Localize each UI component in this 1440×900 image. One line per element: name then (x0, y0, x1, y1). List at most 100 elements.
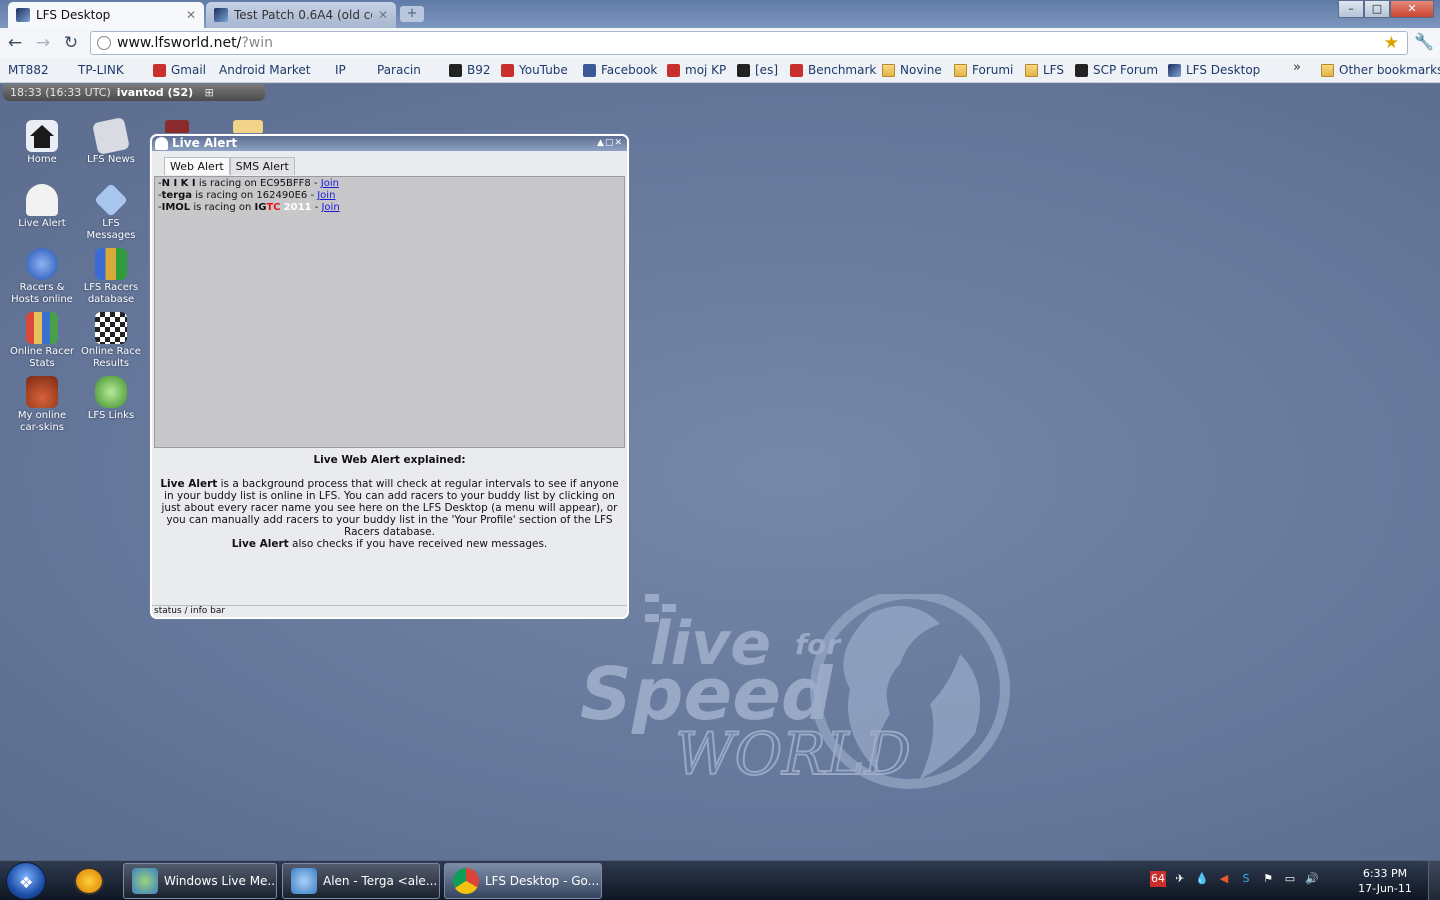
tab-test-patch[interactable]: Test Patch 0.6A4 (old con... ✕ (206, 2, 396, 28)
bookmark-ip[interactable]: IP (335, 63, 348, 160)
bookmark-label: Novine (900, 63, 942, 77)
tab-title: LFS Desktop (36, 8, 111, 22)
desktop-racers-hosts[interactable]: Racers & Hosts online (9, 248, 75, 306)
lfs-favicon-icon (16, 8, 30, 22)
tray-volume-icon[interactable]: 🔊 (1304, 871, 1320, 887)
desktop-live-alert[interactable]: Live Alert (9, 184, 75, 230)
desktop-lfs-news[interactable]: LFS News (78, 117, 144, 166)
windows-taskbar: ❖ Windows Live Me... Alen - Terga <ale..… (0, 860, 1440, 900)
racers-icon (95, 248, 127, 280)
taskbar-clock[interactable]: 6:33 PM 17-Jun-11 (1346, 866, 1424, 896)
icon-label: Live Alert (18, 218, 66, 229)
messenger-icon (132, 868, 158, 894)
hidden-clock-icon[interactable] (233, 120, 263, 134)
tab-close-icon[interactable]: ✕ (186, 8, 196, 22)
quick-launch-icon[interactable] (74, 867, 104, 895)
folder-icon (954, 63, 967, 77)
page-info-icon[interactable] (97, 36, 111, 50)
alert-tabs: Web Alert SMS Alert (164, 157, 295, 175)
desktop-lfs-links[interactable]: LFS Links (78, 376, 144, 422)
task-chrome-lfs-desktop[interactable]: LFS Desktop - Go... (444, 863, 602, 899)
minimize-button[interactable]: – (1338, 0, 1364, 18)
news-icon (92, 117, 130, 155)
tray-speaker-red-icon[interactable]: ◀ (1216, 871, 1232, 887)
icon-label: My online car-skins (17, 410, 67, 433)
start-button[interactable]: ❖ (6, 862, 46, 900)
url-path: ?win (241, 35, 273, 51)
maximize-button[interactable]: □ (1364, 0, 1390, 18)
bookmark-mt882[interactable]: MT882 (8, 63, 49, 160)
bookmark-label: TP-LINK (78, 63, 124, 77)
desktop-racers-database[interactable]: LFS Racers database (78, 248, 144, 306)
bookmark-b92[interactable]: B92 (449, 63, 491, 77)
bookmark-label: MT882 (8, 63, 49, 77)
bookmark-gmail[interactable]: Gmail (153, 63, 206, 77)
forward-icon[interactable]: → (32, 32, 54, 54)
bookmark-benchmark[interactable]: Benchmark (790, 63, 876, 77)
back-icon[interactable]: ← (4, 32, 26, 54)
tab-web-alert[interactable]: Web Alert (164, 157, 230, 175)
desktop-lfs-messages[interactable]: LFS Messages (78, 183, 144, 242)
tray-network-icon[interactable]: ▭ (1282, 871, 1298, 887)
racer-name[interactable]: N I K I (162, 178, 196, 189)
racer-name[interactable]: terga (162, 190, 192, 201)
bookmark-scp-forum[interactable]: SCP Forum (1075, 63, 1158, 77)
join-link[interactable]: Join (321, 178, 339, 189)
show-desktop-button[interactable] (1428, 861, 1440, 900)
hidden-tools-icon[interactable] (165, 120, 189, 134)
bookmark-label: B92 (467, 63, 491, 77)
username[interactable]: ivantod (S2) (117, 86, 193, 99)
live-alert-titlebar[interactable]: Live Alert ▲□✕ (152, 136, 627, 151)
new-tab-button[interactable]: + (400, 6, 424, 22)
address-bar[interactable]: www.lfsworld.net/ ?win ★ (90, 31, 1408, 55)
desktop-race-results[interactable]: Online Race Results (78, 312, 144, 370)
close-button[interactable]: ✕ (1390, 0, 1434, 18)
tray-plane-icon[interactable]: ✈ (1172, 871, 1188, 887)
wrench-menu-icon[interactable]: 🔧 (1414, 32, 1434, 51)
bookmark-novine[interactable]: Novine (882, 63, 942, 77)
bookmark-lfs[interactable]: LFS (1025, 63, 1064, 77)
join-link[interactable]: Join (321, 202, 339, 213)
tab-lfs-desktop[interactable]: LFS Desktop ✕ (8, 2, 204, 28)
bookmark-es[interactable]: [es] (737, 63, 778, 77)
car-icon (26, 376, 58, 408)
bell-icon (155, 137, 168, 150)
bookmark-other[interactable]: Other bookmarks (1321, 63, 1440, 77)
bookmark-forumi[interactable]: Forumi (954, 63, 1013, 77)
bookmark-tp-link[interactable]: TP-LINK (78, 63, 124, 160)
bookmarks-overflow-icon[interactable]: » (1293, 60, 1301, 75)
racing-text: is racing on (198, 178, 257, 189)
join-link[interactable]: Join (317, 190, 335, 201)
desktop-racer-stats[interactable]: Online Racer Stats (9, 312, 75, 370)
icon-label: LFS Racers database (83, 282, 139, 305)
task-windows-live-messenger[interactable]: Windows Live Me... (123, 863, 277, 899)
bookmark-lfs-desktop[interactable]: LFS Desktop (1168, 63, 1260, 77)
task-label: Alen - Terga <ale... (323, 874, 438, 888)
tray-flag-icon[interactable]: ⚑ (1260, 871, 1276, 887)
desktop-home[interactable]: Home (9, 120, 75, 166)
reload-icon[interactable]: ↻ (60, 32, 82, 54)
tray-skype-icon[interactable]: S (1238, 871, 1254, 887)
lfs-world-logo: live for Speed WORLD (580, 594, 1010, 789)
bookmark-facebook[interactable]: Facebook (583, 63, 657, 77)
tab-close-icon[interactable]: ✕ (378, 8, 388, 22)
scp-icon (1075, 63, 1088, 77)
benchmark-icon (790, 63, 803, 77)
bookmark-label: Paracin (377, 63, 421, 77)
tray-app-icon[interactable]: 64 (1150, 871, 1166, 887)
status-toggle-icon[interactable]: ⊞ (205, 86, 214, 99)
bookmark-star-icon[interactable]: ★ (1384, 33, 1399, 53)
racer-name[interactable]: IMOL (162, 202, 191, 213)
bookmark-youtube[interactable]: YouTube (501, 63, 568, 77)
tab-sms-alert[interactable]: SMS Alert (229, 157, 295, 175)
task-chat-alen[interactable]: Alen - Terga <ale... (282, 863, 440, 899)
desktop-car-skins[interactable]: My online car-skins (9, 376, 75, 434)
bookmark-moj-kp[interactable]: moj KP (667, 63, 726, 77)
bookmark-paracin[interactable]: Paracin (377, 63, 421, 160)
bookmark-android-market[interactable]: Android Market (219, 63, 310, 160)
tray-drop-icon[interactable]: 💧 (1194, 871, 1210, 887)
alert-explanation: Live Web Alert explained: Live Alert is … (154, 454, 625, 550)
window-controls-icon[interactable]: ▲□✕ (597, 136, 623, 151)
racing-text: is racing on (195, 190, 254, 201)
folder-icon (1321, 63, 1334, 77)
